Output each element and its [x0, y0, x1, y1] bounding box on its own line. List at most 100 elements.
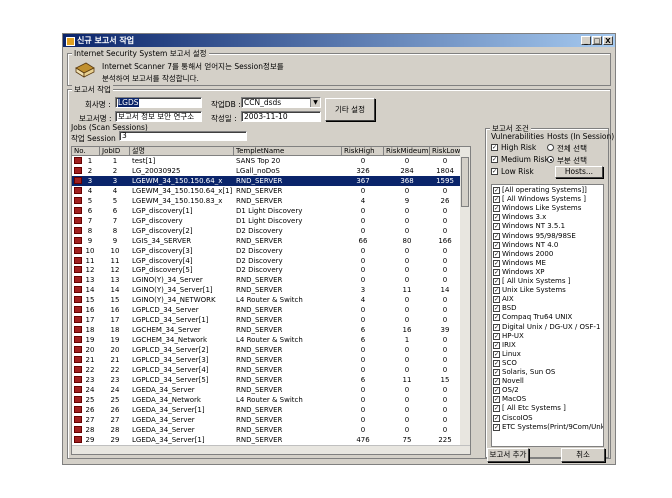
os-checkbox[interactable]: ✓ [493, 187, 500, 194]
table-cell: 18 [110, 326, 120, 335]
maximize-button[interactable]: □ [592, 36, 602, 45]
table-row[interactable]: 5 5 LGEWM_34_150.150.83_x RND_SERVER 4 9 26 [72, 196, 470, 206]
table-row[interactable]: 29 29 LGEDA_34_Server[1] RND_SERVER 476 75 225 [72, 435, 470, 445]
table-row[interactable]: 15 15 LGINO(Y)_34_NETWORK L4 Router & Switc… [72, 295, 470, 305]
table-row[interactable]: 9 9 LGIS_34_SERVER RND_SERVER 66 80 166 [72, 236, 470, 246]
os-checkbox[interactable]: ✓ [493, 241, 500, 249]
scroll-thumb[interactable] [461, 157, 469, 207]
table-row[interactable]: 28 28 LGEDA_34_Server RND_SERVER 0 0 0 [72, 425, 470, 435]
os-checkbox[interactable]: ✓ [493, 223, 500, 231]
low-risk-checkbox[interactable]: ✓ [491, 168, 498, 175]
title-bar[interactable]: 신규 보고서 작업 _ □ X [63, 34, 615, 47]
close-button[interactable]: X [603, 36, 613, 45]
table-row[interactable]: 13 13 LGINO(Y)_34_Server RND_SERVER 0 0 0 [72, 275, 470, 285]
company-input[interactable]: LGDS [115, 97, 202, 108]
table-row[interactable]: 3 3 LGEWM_34_150.150.64_x RND_SERVER 367 368 1… [72, 175, 470, 186]
col-header-no[interactable]: No. [72, 147, 100, 156]
session-input[interactable]: 3 [119, 131, 247, 141]
report-name-input[interactable]: 보고서 정보 보안 연구소 [115, 111, 202, 122]
cancel-button[interactable]: 취소 [561, 448, 605, 462]
table-row[interactable]: 18 18 LGCHEM_34_Server RND_SERVER 6 16 39 [72, 325, 470, 335]
table-row[interactable]: 4 4 LGEWM_34_150.150.64_x[1] RND_SERVER 0 0 0 [72, 186, 470, 196]
table-row[interactable]: 6 6 LGP_discovery[1] D1 Light Discovery 0 0 0 [72, 206, 470, 216]
os-checkbox[interactable]: ✓ [493, 287, 500, 295]
table-row[interactable]: 14 14 LGINO(Y)_34_Server[1] RND_SERVER 3 11 14 [72, 285, 470, 295]
col-header-template[interactable]: TempletName [234, 147, 342, 156]
table-cell: 20 [110, 346, 120, 355]
os-checkbox[interactable]: ✓ [493, 396, 500, 404]
os-checkbox[interactable]: ✓ [493, 314, 500, 322]
vertical-scrollbar[interactable] [460, 147, 470, 445]
hosts-label: Hosts (In Session) [547, 132, 615, 141]
table-row[interactable]: 27 27 LGEDA_34_Server RND_SERVER 0 0 0 [72, 415, 470, 425]
os-label: [ All Windows Systems ] [502, 195, 587, 204]
os-checkbox[interactable]: ✓ [493, 232, 500, 240]
table-cell: 1 [87, 157, 93, 165]
table-row[interactable]: 8 8 LGP_discovery[2] D2 Discovery 0 0 0 [72, 226, 470, 236]
table-cell: 16 [85, 306, 95, 315]
col-header-risk-medium[interactable]: RiskMideum [384, 147, 430, 156]
table-cell: 14 [440, 286, 450, 295]
hosts-button[interactable]: Hosts... [555, 166, 603, 178]
os-checkbox[interactable]: ✓ [493, 341, 500, 349]
horizontal-scrollbar[interactable] [72, 445, 470, 454]
os-checkbox[interactable]: ✓ [493, 387, 500, 395]
os-checkbox[interactable]: ✓ [493, 214, 500, 222]
table-row[interactable]: 21 21 LGPLCD_34_Server[3] RND_SERVER 0 0 0 [72, 355, 470, 365]
os-checkbox[interactable]: ✓ [493, 278, 500, 285]
table-row[interactable]: 12 12 LGP_discovery[5] D2 Discovery 0 0 0 [72, 265, 470, 275]
all-select-radio[interactable] [547, 144, 554, 151]
minimize-button[interactable]: _ [581, 36, 591, 45]
table-row[interactable]: 25 25 LGEDA_34_Network L4 Router & Switch 0 0… [72, 395, 470, 405]
os-checkbox[interactable]: ✓ [493, 268, 500, 276]
os-checkbox[interactable]: ✓ [493, 305, 500, 313]
medium-risk-checkbox[interactable]: ✓ [491, 156, 498, 163]
table-cell: 6 [360, 336, 366, 345]
os-checkbox[interactable]: ✓ [493, 323, 500, 331]
chevron-down-icon[interactable]: ▼ [310, 98, 320, 107]
table-row[interactable]: 26 26 LGEDA_34_Server[1] RND_SERVER 0 0 0 [72, 405, 470, 415]
os-checkbox[interactable]: ✓ [493, 423, 500, 431]
table-cell: 0 [442, 395, 448, 404]
os-checkbox[interactable]: ✓ [493, 350, 500, 358]
os-checkbox[interactable]: ✓ [493, 332, 500, 340]
os-checkbox[interactable]: ✓ [493, 378, 500, 386]
table-cell: 284 [400, 166, 414, 175]
high-risk-checkbox[interactable]: ✓ [491, 144, 498, 151]
date-input[interactable]: 2003-11-10 [241, 111, 321, 122]
table-row[interactable]: 24 24 LGEDA_34_Server RND_SERVER 0 0 0 [72, 385, 470, 395]
add-report-button[interactable]: 보고서 추가 [487, 448, 529, 462]
os-checkbox[interactable]: ✓ [493, 259, 500, 267]
db-select[interactable]: CCN_dsds ▼ [241, 97, 321, 108]
table-row[interactable]: 23 23 LGPLCD_34_Server[5] RND_SERVER 6 11 15 [72, 375, 470, 385]
table-row[interactable]: 19 19 LGCHEM_34_Network L4 Router & Switch 6… [72, 335, 470, 345]
vuln-label: Vulnerabilities [491, 132, 545, 141]
os-checkbox[interactable]: ✓ [493, 369, 500, 376]
table-cell: 14 [85, 286, 95, 295]
table-row[interactable]: 10 10 LGP_discovery[3] D2 Discovery 0 0 0 [72, 246, 470, 256]
table-cell: 0 [404, 246, 410, 255]
table-row[interactable]: 1 1 test[1] SANS Top 20 0 0 0 [72, 156, 470, 166]
os-checkbox[interactable]: ✓ [493, 296, 500, 304]
col-header-jobid[interactable]: JobID [100, 147, 130, 156]
table-row[interactable]: 22 22 LGPLCD_34_Server[4] RND_SERVER 0 0 0 [72, 365, 470, 375]
table-cell: L4 Router & Switch [236, 336, 303, 345]
os-checkbox[interactable]: ✓ [493, 250, 500, 258]
job-icon [74, 306, 82, 314]
table-row[interactable]: 11 11 LGP_discovery[4] D2 Discovery 0 0 0 [72, 256, 470, 266]
table-row[interactable]: 17 17 LGPLCD_34_Server[1] RND_SERVER 0 0 0 [72, 315, 470, 325]
os-checkbox[interactable]: ✓ [493, 405, 500, 413]
part-select-radio[interactable] [547, 156, 554, 163]
os-checkbox[interactable]: ✓ [493, 205, 500, 213]
os-checkbox[interactable]: ✓ [493, 196, 500, 204]
col-header-risk-high[interactable]: RiskHigh [342, 147, 384, 156]
other-settings-button[interactable]: 기타 설정 [325, 98, 375, 121]
os-checkbox[interactable]: ✓ [493, 414, 500, 422]
report-dialog-window: 신규 보고서 작업 _ □ X Internet Security System… [62, 33, 616, 465]
table-row[interactable]: 16 16 LGPLCD_34_Server RND_SERVER 0 0 0 [72, 305, 470, 315]
table-row[interactable]: 20 20 LGPLCD_34_Server[2] RND_SERVER 0 0 0 [72, 345, 470, 355]
table-row[interactable]: 2 2 LG_20030925 LGall_noDoS 326 284 1804 [72, 166, 470, 176]
os-checkbox[interactable]: ✓ [493, 359, 500, 367]
table-row[interactable]: 7 7 LGP_discovery D1 Light Discovery 0 0 0 [72, 216, 470, 226]
col-header-desc[interactable]: 설명 [130, 147, 234, 156]
